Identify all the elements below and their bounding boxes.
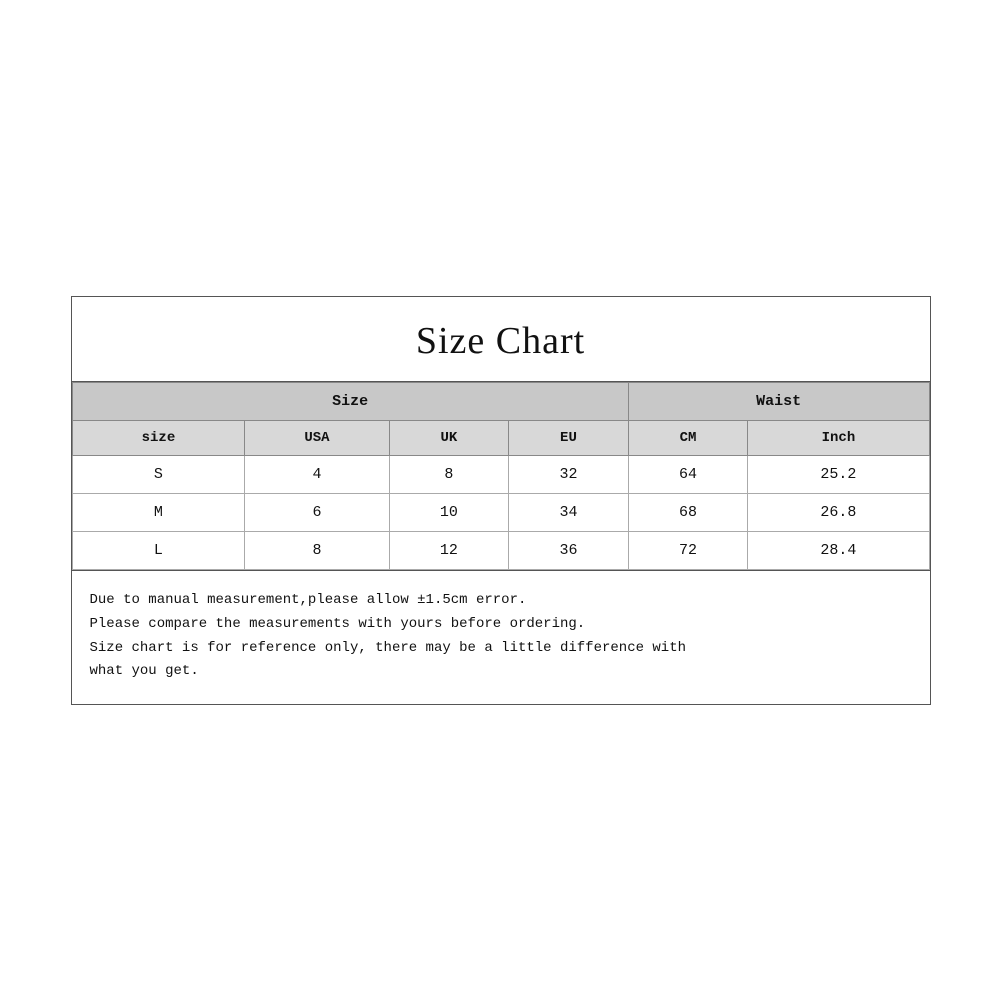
cell-eu-0: 32 (509, 455, 629, 493)
cell-eu-1: 34 (509, 493, 629, 531)
col-size-header: size (72, 420, 245, 455)
cell-cm-1: 68 (628, 493, 748, 531)
cell-uk-2: 12 (389, 531, 509, 569)
size-group-header: Size (72, 382, 628, 420)
cell-inch-1: 26.8 (748, 493, 929, 531)
chart-container: Size Chart Size Waist size USA UK EU CM … (71, 296, 931, 705)
col-cm-header: CM (628, 420, 748, 455)
cell-size-1: M (72, 493, 245, 531)
cell-size-2: L (72, 531, 245, 569)
cell-eu-2: 36 (509, 531, 629, 569)
cell-size-0: S (72, 455, 245, 493)
cell-usa-2: 8 (245, 531, 389, 569)
table-body: S48326425.2M610346826.8L812367228.4 (72, 455, 929, 569)
chart-title: Size Chart (72, 297, 930, 382)
notes-section: Due to manual measurement,please allow ±… (72, 571, 930, 704)
table-header-row-1: Size Waist (72, 382, 929, 420)
cell-usa-1: 6 (245, 493, 389, 531)
col-uk-header: UK (389, 420, 509, 455)
table-row: L812367228.4 (72, 531, 929, 569)
table-section: Size Waist size USA UK EU CM Inch S48326… (72, 382, 930, 571)
cell-uk-1: 10 (389, 493, 509, 531)
table-row: S48326425.2 (72, 455, 929, 493)
cell-uk-0: 8 (389, 455, 509, 493)
cell-inch-2: 28.4 (748, 531, 929, 569)
cell-cm-0: 64 (628, 455, 748, 493)
cell-inch-0: 25.2 (748, 455, 929, 493)
col-usa-header: USA (245, 420, 389, 455)
table-header-row-2: size USA UK EU CM Inch (72, 420, 929, 455)
cell-cm-2: 72 (628, 531, 748, 569)
table-row: M610346826.8 (72, 493, 929, 531)
waist-group-header: Waist (628, 382, 929, 420)
cell-usa-0: 4 (245, 455, 389, 493)
col-eu-header: EU (509, 420, 629, 455)
page-wrapper: Size Chart Size Waist size USA UK EU CM … (0, 0, 1001, 1001)
notes-text: Due to manual measurement,please allow ±… (90, 589, 912, 684)
size-table: Size Waist size USA UK EU CM Inch S48326… (72, 382, 930, 570)
col-inch-header: Inch (748, 420, 929, 455)
